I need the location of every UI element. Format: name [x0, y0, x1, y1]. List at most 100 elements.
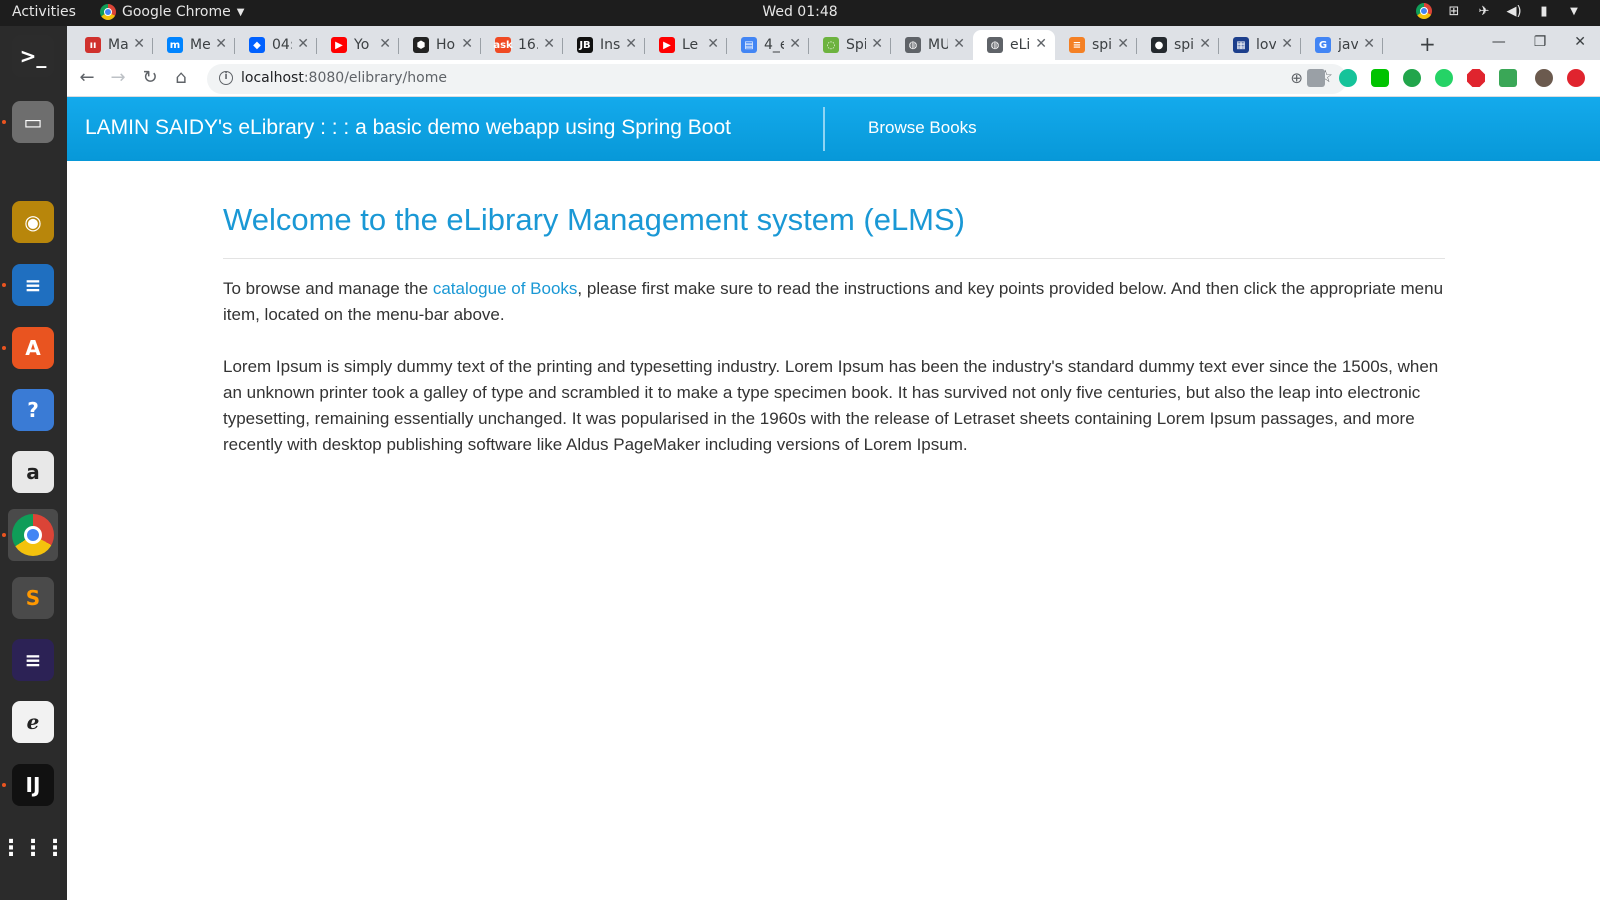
chrome-icon [100, 4, 116, 20]
browser-tab[interactable]: ◍ eLi ✕ [973, 30, 1055, 60]
tab-close-icon[interactable]: ✕ [1281, 36, 1293, 52]
address-bar[interactable]: i localhost:8080/elibrary/home ⊕ ☆ [207, 64, 1347, 94]
browser-tab[interactable]: m Me ✕ [153, 30, 235, 60]
dock-item-writer[interactable]: ≡ [8, 259, 58, 311]
dock-item-chrome[interactable] [8, 509, 58, 561]
browser-tab[interactable]: ● spi ✕ [1137, 30, 1219, 60]
tab-favicon-icon: ◍ [905, 37, 921, 53]
tab-close-icon[interactable]: ✕ [461, 36, 473, 52]
files-icon: ▭ [12, 101, 54, 143]
tab-close-icon[interactable]: ✕ [707, 36, 719, 52]
home-icon[interactable]: ⌂ [170, 67, 192, 88]
browse-books-link[interactable]: Browse Books [868, 118, 977, 138]
terminal-icon: >_ [12, 35, 54, 77]
dock-item-software[interactable]: A [8, 322, 58, 374]
profile-avatar[interactable] [1535, 69, 1553, 87]
tab-close-icon[interactable]: ✕ [871, 36, 883, 52]
tab-favicon-icon: ◌ [823, 37, 839, 53]
tab-close-icon[interactable]: ✕ [625, 36, 637, 52]
chrome-tray-icon[interactable] [1416, 3, 1432, 19]
tab-close-icon[interactable]: ✕ [1035, 36, 1047, 52]
evernote-icon[interactable] [1499, 69, 1517, 87]
close-window-icon[interactable]: ✕ [1574, 34, 1586, 50]
site-info-icon[interactable]: i [219, 71, 233, 85]
site-brand[interactable]: LAMIN SAIDY's eLibrary : : : a basic dem… [85, 116, 731, 140]
clock[interactable]: Wed 01:48 [762, 4, 837, 20]
tab-title: spi [1092, 37, 1112, 53]
tab-close-icon[interactable]: ✕ [543, 36, 555, 52]
adblock-icon[interactable] [1467, 69, 1485, 87]
minimize-icon[interactable]: — [1492, 34, 1506, 50]
extension-cube-icon[interactable] [1307, 69, 1325, 87]
back-icon[interactable]: ← [76, 67, 98, 88]
network-icon[interactable]: ⊞ [1446, 3, 1462, 19]
running-indicator [2, 783, 6, 787]
browser-tab[interactable]: ⬢ Ho ✕ [399, 30, 481, 60]
app-menu[interactable]: Google Chrome ▼ [100, 4, 244, 20]
dock-item-eclipse[interactable]: ≡ [8, 634, 58, 686]
share-icon[interactable] [1403, 69, 1421, 87]
tab-title: Me [190, 37, 210, 53]
tab-close-icon[interactable]: ✕ [789, 36, 801, 52]
chevron-down-icon[interactable]: ▼ [1566, 3, 1582, 19]
browser-tab[interactable]: ▦ lov ✕ [1219, 30, 1301, 60]
browser-tab[interactable]: Gjav ✕ [1301, 30, 1383, 60]
tab-title: Le [682, 37, 699, 53]
browser-tab[interactable]: ≡ spi ✕ [1055, 30, 1137, 60]
eclipse-icon: ≡ [12, 639, 54, 681]
browser-tab[interactable]: ▤ 4_e ✕ [727, 30, 809, 60]
running-indicator [2, 533, 6, 537]
dock-item-files[interactable]: ▭ [8, 96, 58, 148]
catalogue-link[interactable]: catalogue of Books [433, 279, 578, 298]
tab-title: Ho [436, 37, 456, 53]
url-path: :8080/elibrary/home [303, 70, 447, 86]
browser-tab[interactable]: ▶ Le ✕ [645, 30, 727, 60]
restore-icon[interactable]: ❐ [1534, 34, 1547, 50]
browser-tab[interactable]: ıı Ma ✕ [71, 30, 153, 60]
new-tab-button[interactable]: + [1419, 32, 1436, 56]
dock-item-intellij[interactable]: IJ [8, 759, 58, 811]
battery-icon[interactable]: ▮ [1536, 3, 1552, 19]
browser-tab[interactable]: ▶ Yo ✕ [317, 30, 399, 60]
running-indicator [2, 346, 6, 350]
volume-icon[interactable]: ◀) [1506, 3, 1522, 19]
app-menu-label: Google Chrome [122, 4, 231, 20]
browser-tab[interactable]: ◌ Spi ✕ [809, 30, 891, 60]
url-text[interactable]: localhost:8080/elibrary/home [241, 70, 447, 86]
forward-icon[interactable]: → [107, 67, 129, 88]
dock-item-rhythmbox[interactable]: ◉ [8, 196, 58, 248]
tab-close-icon[interactable]: ✕ [379, 36, 391, 52]
tab-favicon-icon: G [1315, 37, 1331, 53]
system-tray[interactable]: ⊞ ✈ ◀) ▮ ▼ [1416, 3, 1582, 19]
grammarly-icon[interactable] [1339, 69, 1357, 87]
help-icon: ? [12, 389, 54, 431]
lorem-paragraph: Lorem Ipsum is simply dummy text of the … [223, 357, 1439, 454]
tab-close-icon[interactable]: ✕ [1117, 36, 1129, 52]
tab-close-icon[interactable]: ✕ [297, 36, 309, 52]
browser-tab[interactable]: JB Ins ✕ [563, 30, 645, 60]
update-icon[interactable] [1567, 69, 1585, 87]
tab-close-icon[interactable]: ✕ [1199, 36, 1211, 52]
tab-close-icon[interactable]: ✕ [215, 36, 227, 52]
line-icon[interactable] [1371, 69, 1389, 87]
dock-item-acrobat[interactable]: ℯ [8, 696, 58, 748]
whatsapp-icon[interactable] [1435, 69, 1453, 87]
system-top-bar: Activities Google Chrome ▼ Wed 01:48 ⊞ ✈… [0, 0, 1600, 26]
dock-item-amazon[interactable]: a [8, 446, 58, 498]
zoom-icon[interactable]: ⊕ [1290, 69, 1303, 87]
dock-item-terminal[interactable]: >_ [8, 30, 58, 82]
tab-close-icon[interactable]: ✕ [953, 36, 965, 52]
title-divider [223, 258, 1445, 259]
dock-item-sublime[interactable]: S [8, 572, 58, 624]
browser-tab[interactable]: ◍ MU ✕ [891, 30, 973, 60]
dock-item-app-grid[interactable]: ⋮⋮⋮ [0, 822, 66, 874]
browser-tab[interactable]: ask 16. ✕ [481, 30, 563, 60]
tab-title: 4_e [764, 37, 784, 53]
activities-button[interactable]: Activities [12, 4, 76, 20]
tab-close-icon[interactable]: ✕ [1363, 36, 1375, 52]
tab-close-icon[interactable]: ✕ [133, 36, 145, 52]
reload-icon[interactable]: ↻ [139, 67, 161, 88]
browser-tab[interactable]: ◆ 04: ✕ [235, 30, 317, 60]
dock-item-help[interactable]: ? [8, 384, 58, 436]
airplane-icon[interactable]: ✈ [1476, 3, 1492, 19]
